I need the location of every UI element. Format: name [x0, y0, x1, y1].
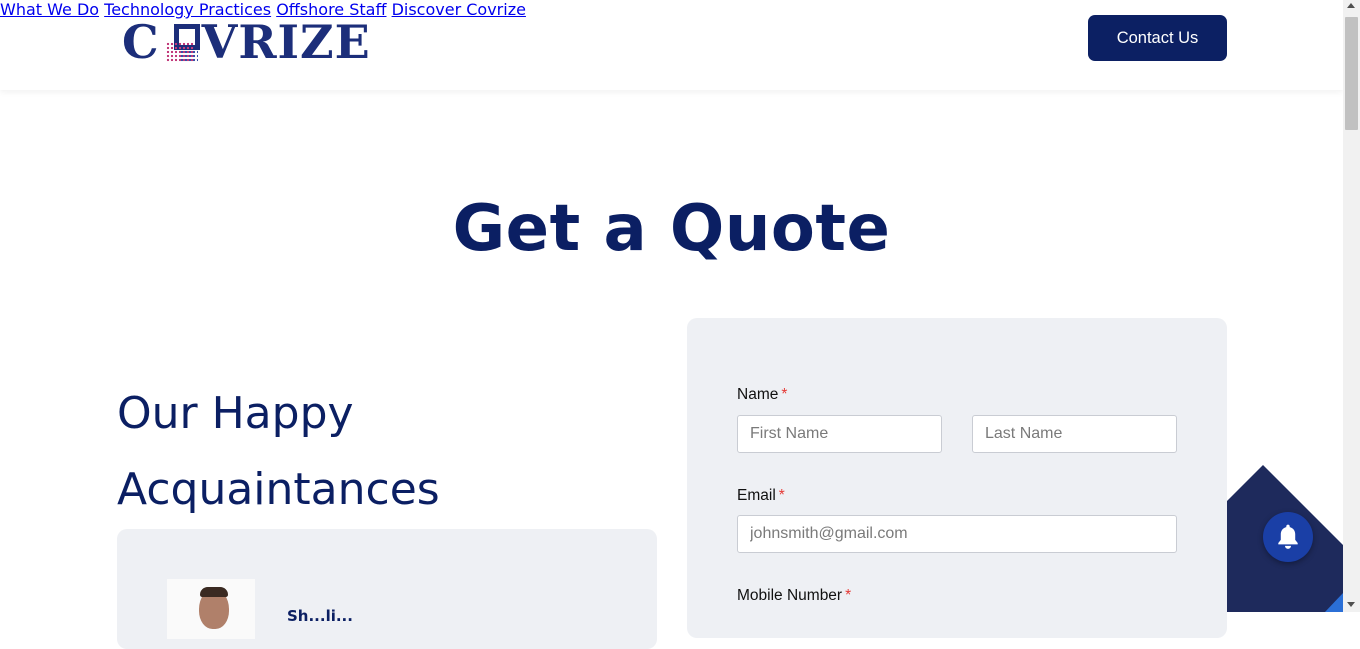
first-name-input[interactable]	[737, 415, 942, 453]
page-title-regular: Get a	[452, 192, 670, 266]
logo-text-left: C	[122, 15, 160, 69]
testimonials-heading: Our Happy Acquaintances	[117, 376, 657, 528]
page-title: Get a Quote	[0, 192, 1343, 266]
nav-what-we-do[interactable]: What We Do	[0, 0, 99, 19]
required-mark: *	[778, 487, 785, 504]
required-mark: *	[845, 587, 852, 604]
covrize-logo[interactable]: C VRIZE	[122, 15, 371, 69]
testimonial-avatar	[167, 579, 255, 639]
scroll-up-arrow-icon[interactable]	[1347, 3, 1355, 8]
name-label: Name *	[737, 386, 788, 403]
required-mark: *	[781, 386, 788, 403]
quote-form: Name* Email* Mobile Number*	[687, 318, 1227, 638]
scrollbar-thumb[interactable]	[1345, 17, 1358, 130]
email-label: Email *	[737, 487, 785, 504]
logo-text-right: VRIZE	[201, 15, 371, 69]
nav-discover-covrize[interactable]: Discover Covrize	[392, 0, 526, 19]
testimonial-name: Sh...li...	[287, 607, 353, 625]
contact-us-button[interactable]: Contact Us	[1088, 15, 1227, 61]
email-input[interactable]	[737, 515, 1177, 553]
testimonials-heading-line1: Our Happy	[117, 388, 354, 439]
site-header: C VRIZE What We Do Technology Practices …	[0, 0, 1343, 90]
mobile-number-label: Mobile Number *	[737, 587, 852, 604]
bell-icon	[1278, 524, 1298, 549]
last-name-input[interactable]	[972, 415, 1177, 453]
logo-mark-icon	[162, 22, 200, 62]
scroll-down-arrow-icon[interactable]	[1347, 602, 1355, 607]
testimonial-card: Sh...li...	[117, 529, 657, 649]
page-title-bold: Quote	[669, 192, 891, 266]
notification-bell-button[interactable]	[1263, 512, 1313, 562]
testimonials-heading-line2: Acquaintances	[117, 464, 440, 515]
page-scrollbar[interactable]	[1343, 0, 1360, 612]
